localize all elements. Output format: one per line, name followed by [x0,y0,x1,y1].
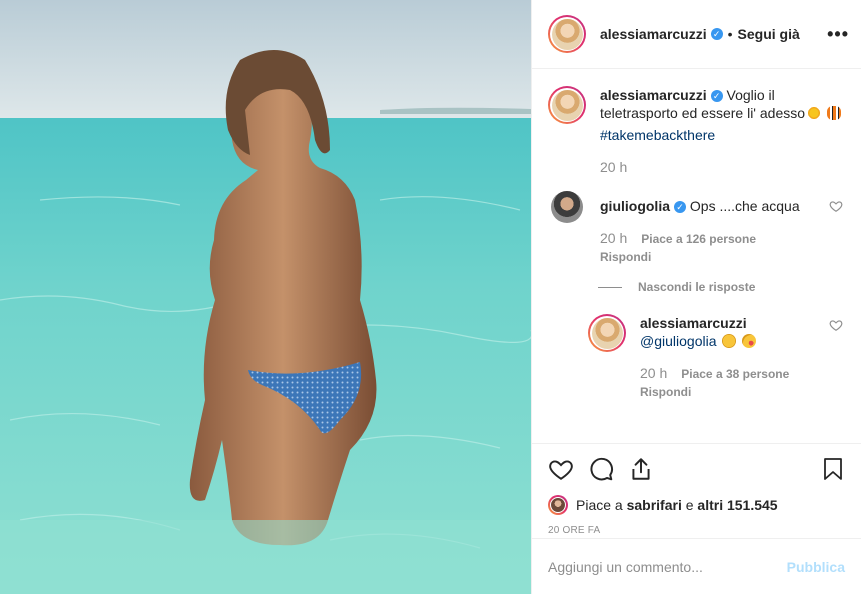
reply-time: 20 h [640,365,668,381]
likes-summary[interactable]: Piace a sabrifari e altri 151.545 [548,495,845,515]
hide-replies-button[interactable]: Nascondi le risposte [598,280,845,294]
divider-line [598,286,622,288]
comment-item: giuliogolia ✓ Ops ....che acqua 20 h Piace… [548,191,845,266]
like-heart-icon[interactable] [548,456,574,482]
reply-button[interactable]: Rispondi [640,383,845,401]
commenter-username[interactable]: giuliogolia [600,198,670,214]
reply-meta: 20 h Piace a 38 persone [640,364,845,383]
comment-input[interactable] [548,558,787,575]
dot-separator: • [727,26,733,42]
comments-list[interactable]: alessiamarcuzzi ✓ Voglio il teletrasporto… [532,70,861,443]
kiss-emoji-icon [742,334,757,348]
caption: alessiamarcuzzi ✓ Voglio il teletrasporto… [548,86,845,177]
more-options-icon[interactable]: ••• [827,24,849,45]
commenter-avatar[interactable] [551,191,583,223]
post-header: alessiamarcuzzi ✓ • Segui già ••• [532,0,861,69]
comment-time: 20 h [600,230,628,246]
reply-button[interactable]: Rispondi [600,248,845,266]
comment-text: Ops ....che acqua [689,198,800,214]
reply-avatar[interactable] [588,314,626,352]
verified-badge-icon: ✓ [710,90,723,103]
comment-meta: 20 h Piace a 126 persone [600,229,845,248]
likes-others[interactable]: altri 151.545 [697,497,777,513]
post-actions: Piace a sabrifari e altri 151.545 20 ORE… [532,443,861,536]
comment-bubble-icon[interactable] [588,456,614,482]
save-bookmark-icon[interactable] [821,456,845,482]
post-photo[interactable] [0,0,531,594]
post-panel: alessiamarcuzzi ✓ • Segui già ••• alessi… [531,0,861,594]
publish-button[interactable]: Pubblica [787,559,845,575]
share-icon[interactable] [628,456,654,482]
caption-hashtag[interactable]: #takemebackthere [600,126,845,144]
beach-photo [0,0,531,594]
grin-emoji-icon [722,334,737,348]
verified-badge-icon: ✓ [674,201,686,214]
reply-username[interactable]: alessiamarcuzzi [640,315,747,331]
sun-emoji-icon [807,106,822,120]
follow-button[interactable]: Segui già [738,26,800,42]
likes-middle: e [681,497,698,513]
verified-badge-icon: ✓ [710,28,723,40]
reply-likes[interactable]: Piace a 38 persone [681,367,789,381]
author-username[interactable]: alessiamarcuzzi [600,26,707,42]
first-liker[interactable]: sabrifari [627,497,682,513]
comment-likes[interactable]: Piace a 126 persone [641,232,756,246]
caption-username[interactable]: alessiamarcuzzi [600,87,707,103]
add-comment-bar: Pubblica [532,538,861,594]
reply-mention[interactable]: @giuliogolia [640,333,716,349]
liker-avatar[interactable] [548,495,568,515]
author-avatar[interactable] [548,15,586,53]
like-comment-heart-icon[interactable] [829,199,843,213]
fish-emoji-icon [826,106,841,120]
caption-time: 20 h [600,159,628,175]
reply-item: alessiamarcuzzi @giuliogolia 20 h Piace a… [588,314,845,401]
like-reply-heart-icon[interactable] [829,318,843,332]
likes-prefix: Piace a [576,497,627,513]
post-timestamp[interactable]: 20 ORE FA [548,525,845,536]
caption-avatar[interactable] [548,86,586,124]
